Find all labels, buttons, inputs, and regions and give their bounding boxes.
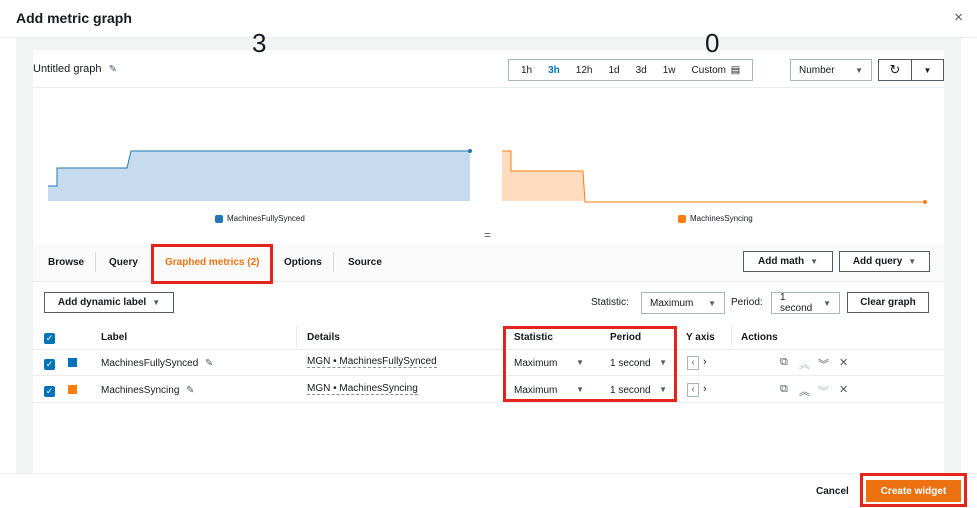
column-header-label[interactable]: Label <box>101 332 127 343</box>
cancel-button[interactable]: Cancel <box>816 486 849 497</box>
chevron-down-icon: ▼ <box>152 298 161 307</box>
row-color-swatch[interactable] <box>68 385 77 394</box>
chart-area-fully-synced <box>48 151 470 201</box>
statistic-select[interactable]: Maximum ▼ <box>641 292 725 314</box>
y-axis-left-icon[interactable]: ‹ <box>687 383 699 397</box>
row-label-text: MachinesSyncing <box>101 385 180 396</box>
column-divider <box>296 326 297 348</box>
column-header-y-axis: Y axis <box>686 332 715 343</box>
edit-icon[interactable]: ✎ <box>186 385 194 396</box>
column-divider <box>731 326 732 348</box>
row-checkbox[interactable]: ✓ <box>44 359 55 370</box>
chevron-down-icon: ▼ <box>708 298 716 308</box>
tab-query[interactable]: Query <box>109 257 138 268</box>
legend-syncing[interactable]: MachinesSyncing <box>678 214 753 223</box>
row-details-text: MGN • MachinesSyncing <box>307 383 418 395</box>
y-axis-right-icon[interactable]: › <box>703 356 707 368</box>
duplicate-icon[interactable]: ⧉ <box>780 356 788 369</box>
add-math-label: Add math <box>757 256 805 267</box>
statistic-select-value: Maximum <box>650 297 694 309</box>
edit-icon[interactable]: ✎ <box>205 358 213 369</box>
metrics-table-header <box>33 326 944 350</box>
move-up-icon[interactable]: ︽ <box>799 383 810 399</box>
chart-point-fully-synced <box>468 149 472 153</box>
move-down-icon: ︾ <box>818 386 829 398</box>
tab-options[interactable]: Options <box>284 257 322 268</box>
tab-source[interactable]: Source <box>348 257 382 268</box>
chevron-down-icon: ▼ <box>908 257 917 266</box>
legend-label: MachinesSyncing <box>690 214 753 223</box>
tab-divider <box>333 252 334 272</box>
period-label: Period: <box>731 297 763 308</box>
chart-area-syncing <box>502 151 585 201</box>
remove-icon[interactable]: ✕ <box>839 356 848 369</box>
add-metric-graph-modal: Add metric graph × Untitled graph ✎ 1h 3… <box>0 0 977 508</box>
row-details: MGN • MachinesFullySynced <box>307 356 437 368</box>
move-up-icon: ︽ <box>799 359 810 371</box>
period-select[interactable]: 1 second ▼ <box>771 292 840 314</box>
tab-divider <box>95 252 96 272</box>
row-checkbox[interactable]: ✓ <box>44 386 55 397</box>
row-label-text: MachinesFullySynced <box>101 358 199 369</box>
chart-point-syncing <box>923 200 927 204</box>
column-header-details[interactable]: Details <box>307 332 340 343</box>
clear-graph-button[interactable]: Clear graph <box>847 292 929 313</box>
add-query-label: Add query <box>852 256 903 267</box>
row-color-swatch[interactable] <box>68 358 77 367</box>
add-dynamic-label-button[interactable]: Add dynamic label ▼ <box>44 292 174 313</box>
select-all-checkbox[interactable]: ✓ <box>44 333 55 344</box>
row-details: MGN • MachinesSyncing <box>307 383 418 395</box>
chevron-down-icon: ▼ <box>810 257 819 266</box>
legend-swatch <box>678 214 686 223</box>
legend-swatch <box>215 214 223 223</box>
y-axis-left-icon[interactable]: ‹ <box>687 356 699 370</box>
row-details-text: MGN • MachinesFullySynced <box>307 356 437 368</box>
column-header-actions: Actions <box>741 332 778 343</box>
legend-fully-synced[interactable]: MachinesFullySynced <box>215 214 305 223</box>
resize-handle-icon[interactable]: = <box>484 228 491 242</box>
duplicate-icon[interactable]: ⧉ <box>780 383 788 396</box>
add-dynamic-label-text: Add dynamic label <box>57 297 147 308</box>
add-query-button[interactable]: Add query ▼ <box>839 251 930 272</box>
highlight-create-widget <box>860 473 967 507</box>
highlight-graphed-metrics <box>151 244 273 284</box>
legend-label: MachinesFullySynced <box>227 214 305 223</box>
tab-browse[interactable]: Browse <box>48 257 84 268</box>
period-select-value: 1 second <box>780 292 813 314</box>
chevron-down-icon: ▼ <box>823 298 831 308</box>
statistic-label: Statistic: <box>591 297 629 308</box>
y-axis-right-icon[interactable]: › <box>703 383 707 395</box>
remove-icon[interactable]: ✕ <box>839 383 848 396</box>
add-math-button[interactable]: Add math ▼ <box>743 251 833 272</box>
highlight-statistic-period <box>503 326 677 402</box>
row-label[interactable]: MachinesFullySynced ✎ <box>101 358 213 369</box>
move-down-icon[interactable]: ︾ <box>818 356 829 372</box>
row-label[interactable]: MachinesSyncing ✎ <box>101 385 195 396</box>
